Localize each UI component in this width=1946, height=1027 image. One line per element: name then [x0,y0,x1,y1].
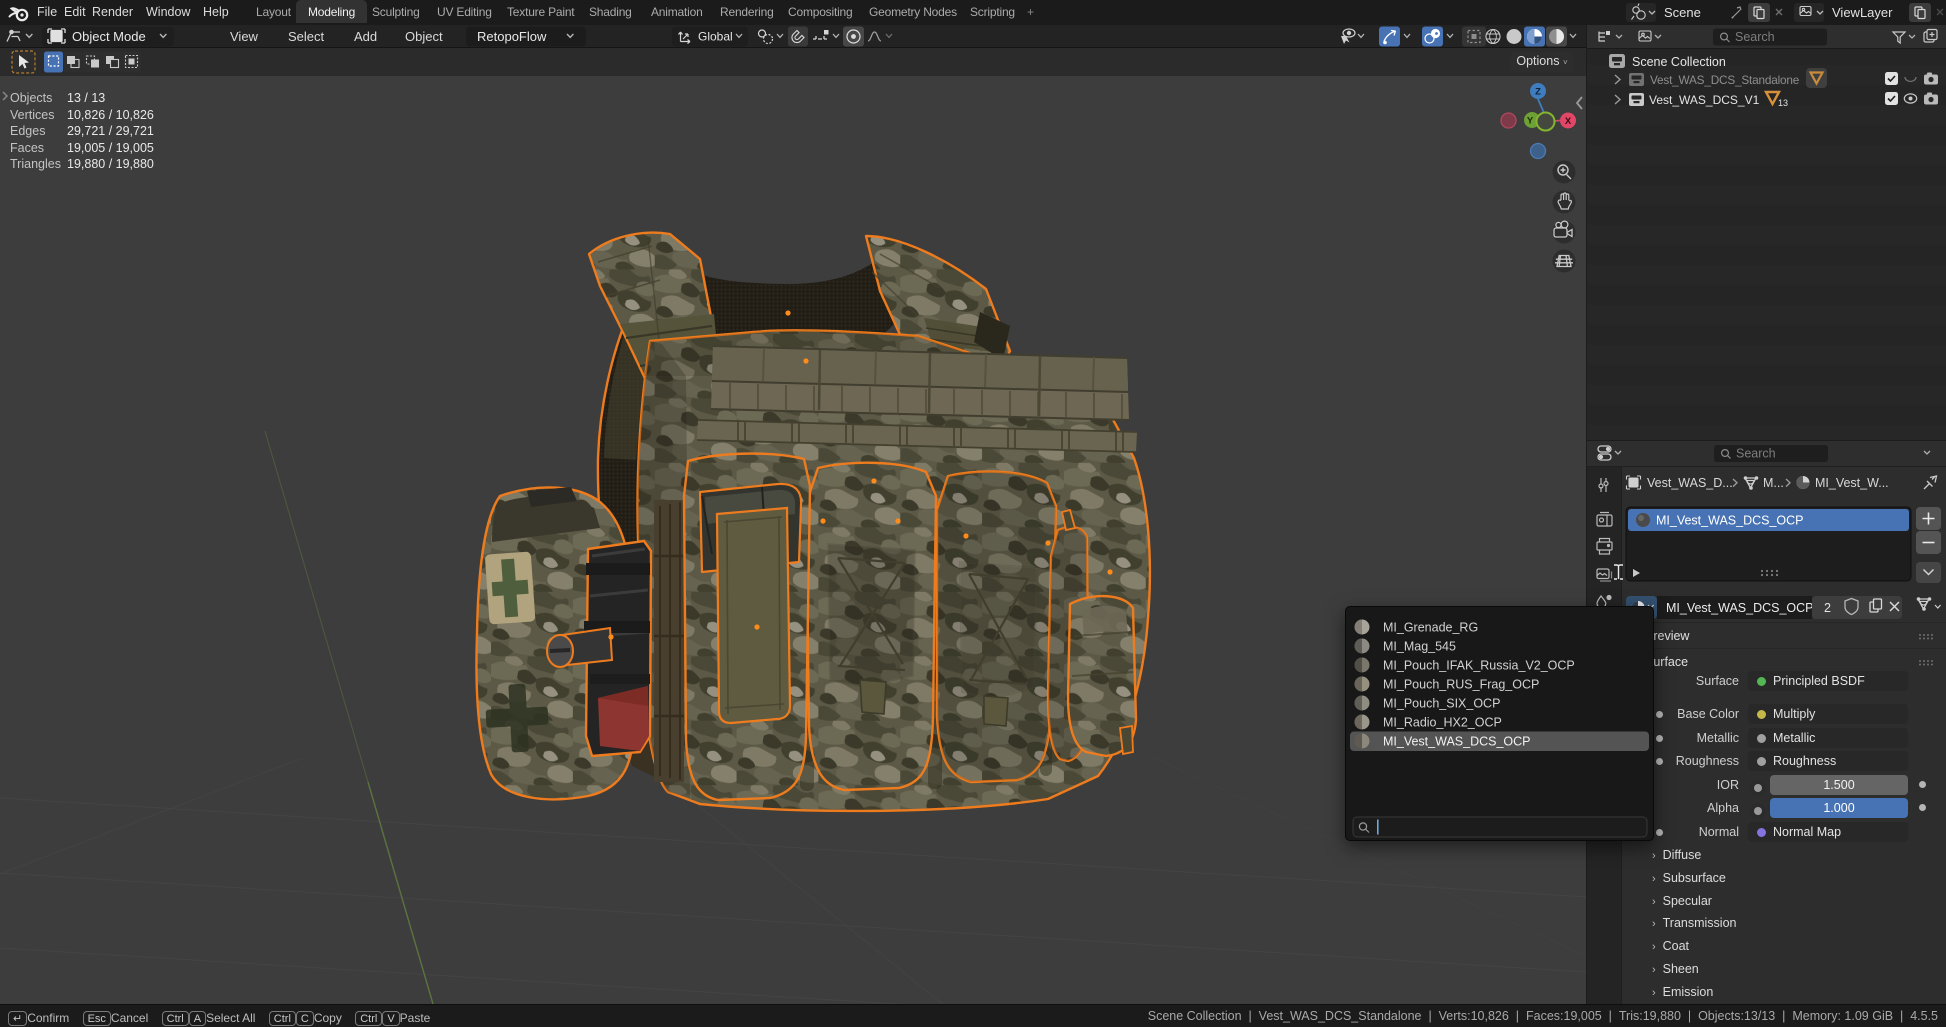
svg-text:MI_Grenade_RG: MI_Grenade_RG [1383,621,1478,635]
svg-text:Vest_WAS_DCS_V1: Vest_WAS_DCS_V1 [1649,93,1760,107]
svg-text:Add: Add [354,29,377,44]
svg-text:Vest_WAS_D...: Vest_WAS_D... [1647,476,1733,490]
svg-text:Scene Collection: Scene Collection [1632,55,1726,69]
svg-text:Select: Select [288,29,325,44]
svg-text:MI_Vest_WAS_DCS_OCP: MI_Vest_WAS_DCS_OCP [1666,601,1814,615]
svg-text:Vest_WAS_DCS_Standalone: Vest_WAS_DCS_Standalone [1650,73,1800,87]
svg-text:Search: Search [1736,447,1776,461]
svg-text:Search: Search [1735,30,1775,44]
svg-text:MI_Radio_HX2_OCP: MI_Radio_HX2_OCP [1383,716,1502,730]
svg-text:Global: Global [698,30,733,44]
svg-text:13: 13 [1778,98,1788,108]
svg-text:Object: Object [405,29,443,44]
svg-text:RetopoFlow: RetopoFlow [477,29,547,44]
svg-text:MI_Pouch_IFAK_Russia_V2_OCP: MI_Pouch_IFAK_Russia_V2_OCP [1383,659,1575,673]
svg-text:Z: Z [1535,87,1541,98]
svg-text:2: 2 [1824,601,1831,615]
svg-text:View: View [230,29,259,44]
svg-text:MI_Vest_W...: MI_Vest_W... [1815,476,1889,490]
svg-text:MI_Vest_WAS_DCS_OCP: MI_Vest_WAS_DCS_OCP [1656,514,1804,528]
svg-text:ViewLayer: ViewLayer [1832,5,1893,20]
svg-text:M...: M... [1763,476,1784,490]
svg-text:MI_Mag_545: MI_Mag_545 [1383,640,1456,654]
svg-text:MI_Vest_WAS_DCS_OCP: MI_Vest_WAS_DCS_OCP [1383,735,1531,749]
svg-text:MI_Pouch_RUS_Frag_OCP: MI_Pouch_RUS_Frag_OCP [1383,678,1539,692]
svg-text:Object Mode: Object Mode [72,29,146,44]
svg-text:MI_Pouch_SIX_OCP: MI_Pouch_SIX_OCP [1383,697,1500,711]
svg-text:Scene: Scene [1664,5,1701,20]
svg-text:Y: Y [1527,116,1534,127]
svg-text:X: X [1565,116,1572,127]
